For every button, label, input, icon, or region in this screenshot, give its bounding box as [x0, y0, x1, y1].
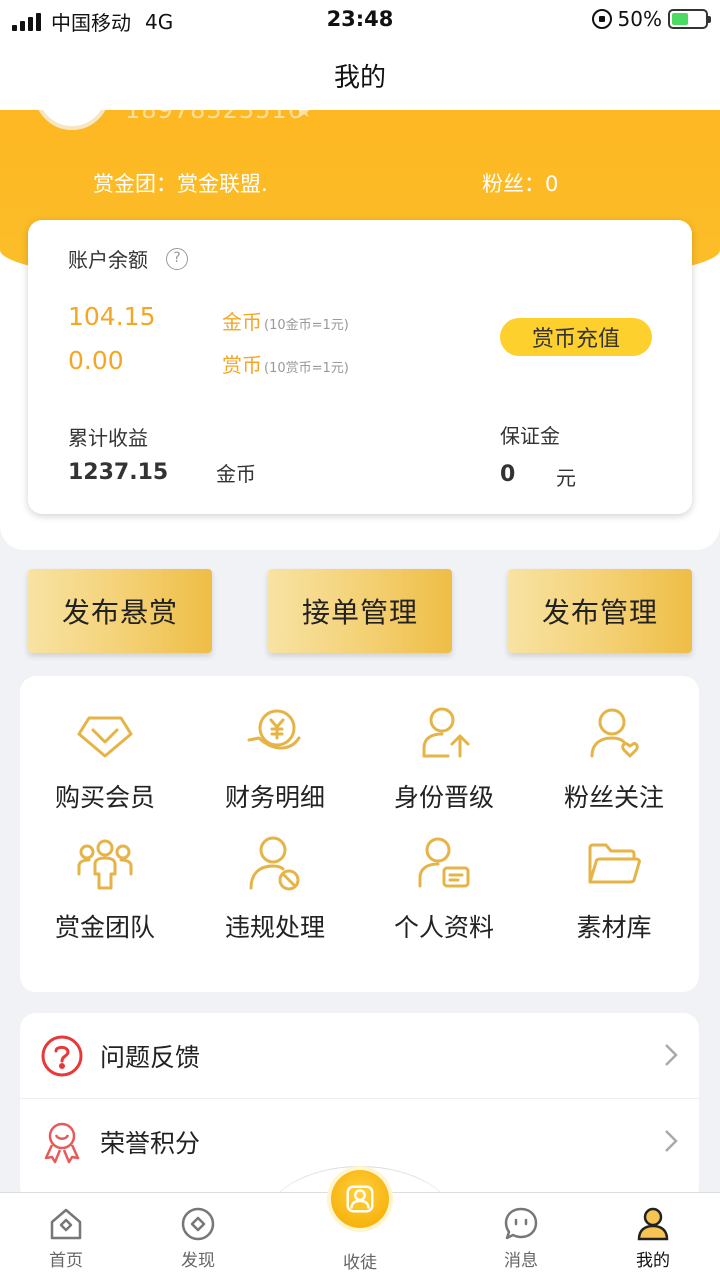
grid-item-reward-team[interactable]: 赏金团队 [20, 834, 190, 954]
grid-label: 粉丝关注 [563, 783, 664, 812]
deposit-unit: 元 [556, 466, 576, 490]
avatar[interactable] [34, 110, 110, 130]
gold-unit: 金币 [222, 310, 262, 334]
tab-home[interactable]: 首页 [21, 1206, 111, 1271]
status-bar: 中国移动 4G 23:48 50% [0, 0, 720, 40]
help-icon[interactable]: ? [166, 247, 188, 270]
grid-label: 购买会员 [54, 783, 155, 812]
tab-label: 发现 [181, 1251, 215, 1271]
apprentice-icon [346, 1185, 374, 1213]
grid-label: 财务明细 [224, 783, 325, 812]
list-label: 问题反馈 [100, 1042, 201, 1072]
team-icon [77, 839, 133, 890]
chevron-right-icon [665, 1130, 678, 1152]
discover-icon [181, 1207, 215, 1241]
grid-item-personal-profile[interactable]: 个人资料 [359, 834, 529, 954]
page-title: 我的 [333, 62, 386, 93]
balance-title: 账户余额 [68, 248, 148, 272]
folder-icon [588, 843, 641, 884]
grid-item-violation-handling[interactable]: 违规处理 [190, 834, 360, 954]
reward-unit: 赏币 [222, 353, 262, 377]
nav-bar: 我的 [0, 40, 720, 110]
grid-item-buy-membership[interactable]: 购买会员 [20, 704, 190, 824]
deposit-value: 0 [500, 462, 516, 487]
grid-label: 素材库 [576, 913, 652, 942]
grid-item-identity-upgrade[interactable]: 身份晋级 [359, 704, 529, 824]
reward-amount: 0.00 [68, 346, 124, 375]
grid-item-finance-details[interactable]: 财务明细 [190, 704, 360, 824]
user-upgrade-icon [422, 707, 470, 758]
reward-rate: (10赏币=1元) [264, 361, 349, 376]
feature-grid: 购买会员 财务明细 身份晋级 粉丝关注 赏金团队 违规处理 个人资料 素材库 [20, 676, 699, 992]
cumulative-label: 累计收益 [68, 426, 148, 450]
tab-discover[interactable]: 发现 [153, 1206, 243, 1271]
user-heart-icon [590, 708, 639, 758]
deposit-label: 保证金 [500, 424, 560, 448]
fans-count[interactable]: 粉丝：0 [482, 168, 558, 198]
tab-label: 首页 [49, 1251, 83, 1271]
message-icon [504, 1207, 538, 1240]
publish-reward-button[interactable]: 发布悬赏 [28, 569, 212, 653]
recharge-button[interactable]: 赏币充值 [500, 318, 652, 356]
user-ban-icon [249, 836, 300, 891]
grid-label: 身份晋级 [393, 783, 494, 812]
medal-icon [44, 1122, 80, 1164]
tab-apprentice[interactable] [331, 1170, 389, 1228]
tab-mine[interactable]: 我的 [608, 1206, 698, 1271]
team-label[interactable]: 赏金团：赏金联盟. [93, 168, 268, 198]
tab-label: 我的 [636, 1251, 670, 1271]
diamond-icon [77, 716, 133, 758]
battery-percent: 50% [617, 7, 662, 31]
gold-rate: (10金币=1元) [264, 318, 349, 333]
gold-amount: 104.15 [68, 302, 156, 331]
publish-management-button[interactable]: 发布管理 [508, 569, 692, 653]
tab-apprentice-label: 收徒 [343, 1253, 377, 1273]
money-hand-icon [247, 709, 301, 750]
profile-icon [637, 1207, 669, 1241]
user-card-icon [418, 837, 470, 888]
tab-label: 消息 [504, 1251, 538, 1271]
tab-messages[interactable]: 消息 [476, 1206, 566, 1271]
list-item-feedback[interactable]: 问题反馈 [20, 1013, 699, 1099]
grid-label: 个人资料 [393, 913, 494, 942]
home-icon [50, 1208, 82, 1240]
list-label: 荣誉积分 [100, 1129, 201, 1158]
grid-label: 违规处理 [224, 913, 325, 942]
order-management-button[interactable]: 接单管理 [268, 569, 452, 653]
grid-item-material-library[interactable]: 素材库 [529, 834, 699, 954]
phone-number: 18978523516 [125, 110, 304, 124]
profile-section: 18978523516 ★ 赏金团：赏金联盟. 粉丝：0 账户余额 ? 104.… [0, 110, 720, 550]
star-icon: ★ [296, 110, 313, 122]
rotation-lock-icon [591, 9, 612, 29]
cumulative-value: 1237.15 [68, 460, 169, 485]
grid-label: 赏金团队 [54, 913, 155, 942]
cumulative-unit: 金币 [216, 462, 256, 486]
battery-icon [668, 9, 711, 29]
balance-card: 账户余额 ? 104.15 金币 (10金币=1元) 0.00 赏币 (10赏币=1… [28, 220, 692, 514]
question-icon [41, 1035, 83, 1076]
grid-item-fans-follow[interactable]: 粉丝关注 [529, 704, 699, 824]
chevron-right-icon [665, 1044, 678, 1066]
